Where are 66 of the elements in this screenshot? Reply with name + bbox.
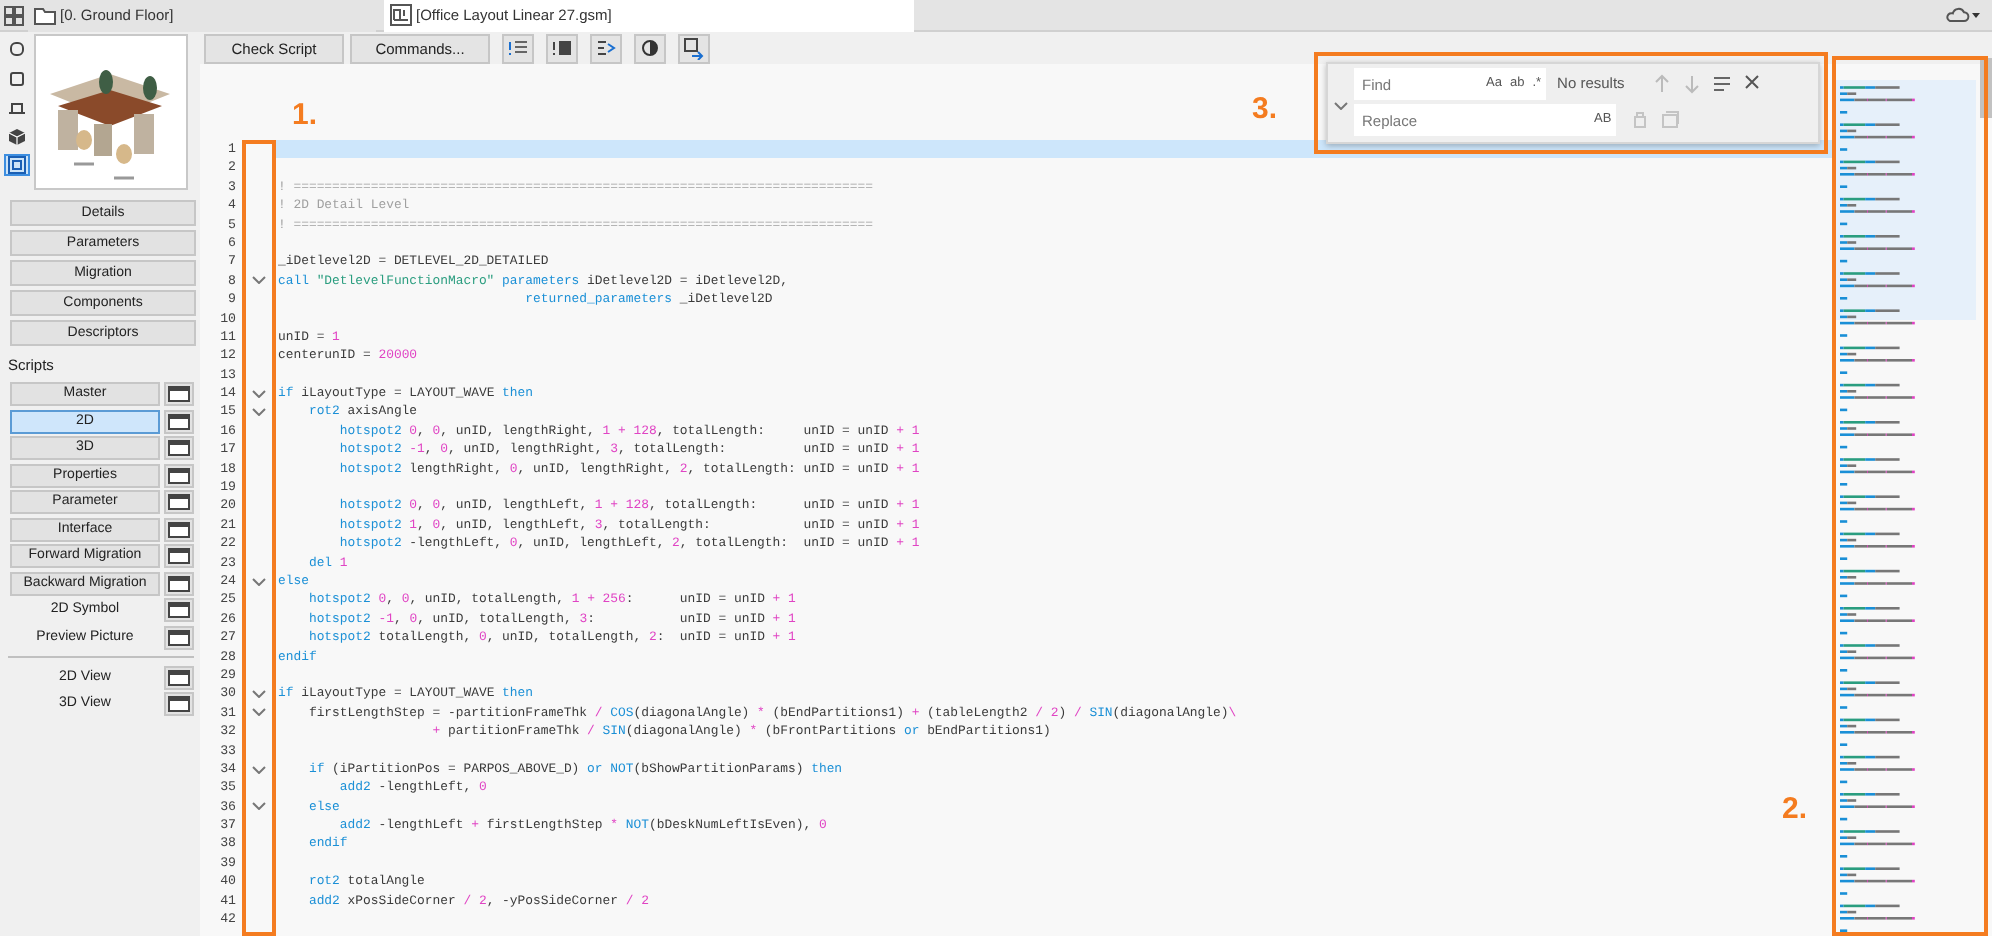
- replace-icon: [1631, 110, 1650, 130]
- annotation-label: 3.: [1252, 94, 1278, 126]
- stand-icon: [8, 98, 26, 116]
- open-window-button[interactable]: [164, 665, 194, 690]
- open-window-button[interactable]: [164, 598, 194, 623]
- window-icon: [168, 413, 190, 430]
- toolbar-icon-button[interactable]: [502, 34, 534, 64]
- fold-icon[interactable]: [252, 690, 266, 699]
- toolbar-icon-button[interactable]: [590, 34, 622, 64]
- open-window-button[interactable]: [164, 571, 194, 596]
- fold-icon[interactable]: [252, 708, 266, 717]
- open-window-button[interactable]: [164, 463, 194, 488]
- window-icon: [168, 521, 190, 538]
- window-icon: [168, 575, 190, 592]
- frame-icon: [8, 156, 26, 174]
- fold-icon[interactable]: [252, 765, 266, 774]
- panel-icon: [552, 38, 572, 60]
- chevron-icon: [1334, 101, 1348, 109]
- toolbar-icon-button[interactable]: [678, 34, 710, 64]
- grid-button[interactable]: [0, 1, 28, 29]
- window-icon: [168, 494, 190, 511]
- toolbar-icon-button[interactable]: [546, 34, 578, 64]
- contrast-icon: [640, 38, 660, 60]
- window-icon: [168, 467, 190, 484]
- folder-icon: [34, 4, 56, 26]
- window-icon: [168, 629, 190, 646]
- grid-icon: [4, 5, 24, 25]
- window-icon: [168, 440, 190, 457]
- list-icon: [508, 38, 528, 60]
- window-icon: [168, 386, 190, 403]
- window-icon: [168, 669, 190, 686]
- annotation-label: 2.: [1782, 794, 1808, 826]
- fold-icon[interactable]: [252, 389, 266, 398]
- window-icon: [168, 696, 190, 713]
- open-window-button[interactable]: [164, 409, 194, 434]
- replace-all-icon: [1661, 110, 1680, 130]
- indent-icon: [596, 38, 616, 60]
- window-icon: [168, 548, 190, 565]
- open-window-button[interactable]: [164, 625, 194, 650]
- fold-icon[interactable]: [252, 802, 266, 811]
- lines-icon: [1713, 74, 1730, 94]
- toolbar-icon-button[interactable]: [634, 34, 666, 64]
- square-icon: [8, 69, 26, 87]
- down-arrow-icon: [1683, 74, 1700, 94]
- window-icon: [168, 602, 190, 619]
- window-arrow-icon: [684, 38, 704, 60]
- annotation-label: 1.: [292, 100, 318, 132]
- cube-icon: [8, 127, 26, 145]
- open-window-button[interactable]: [164, 544, 194, 569]
- open-window-button[interactable]: [164, 436, 194, 461]
- rounded-square-icon: [8, 40, 26, 58]
- open-window-button[interactable]: [164, 692, 194, 717]
- cloud-caret-icon: [1946, 6, 1982, 24]
- up-arrow-icon: [1653, 74, 1670, 94]
- fold-icon[interactable]: [252, 276, 266, 285]
- open-window-button[interactable]: [164, 382, 194, 407]
- floor-plan-icon: [390, 4, 412, 26]
- open-window-button[interactable]: [164, 490, 194, 515]
- fold-icon[interactable]: [252, 577, 266, 586]
- side-tool-button[interactable]: [4, 125, 30, 147]
- open-window-button[interactable]: [164, 517, 194, 542]
- side-tool-button[interactable]: [4, 38, 30, 60]
- side-tool-button[interactable]: [4, 154, 30, 176]
- close-icon: [1743, 74, 1760, 94]
- side-tool-button[interactable]: [4, 67, 30, 89]
- fold-icon[interactable]: [252, 408, 266, 417]
